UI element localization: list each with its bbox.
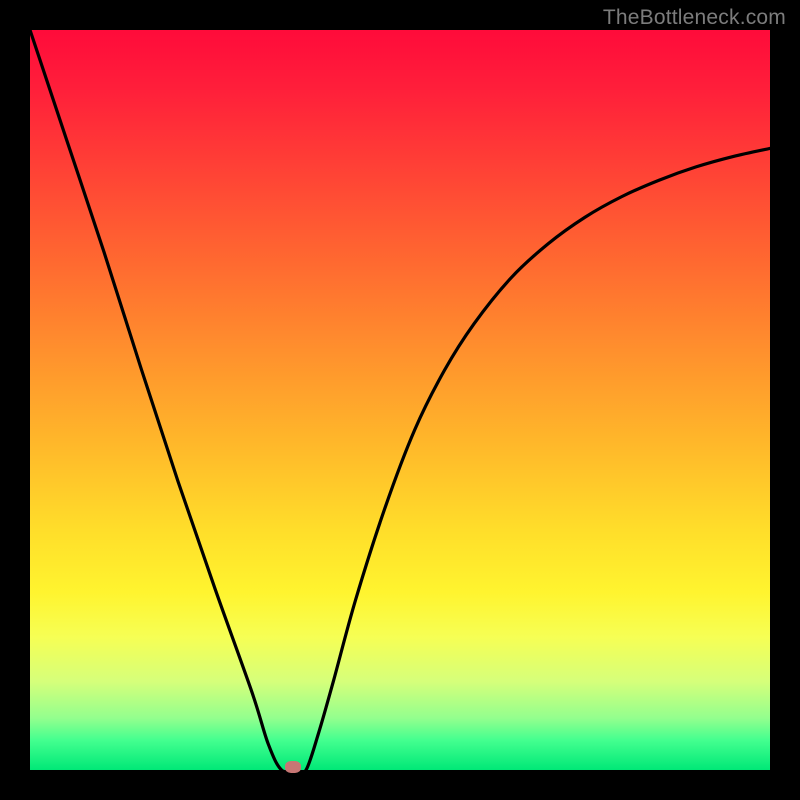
bottleneck-curve — [30, 30, 770, 770]
optimal-point-marker — [285, 761, 301, 773]
watermark-text: TheBottleneck.com — [603, 6, 786, 30]
chart-plot-area — [30, 30, 770, 770]
